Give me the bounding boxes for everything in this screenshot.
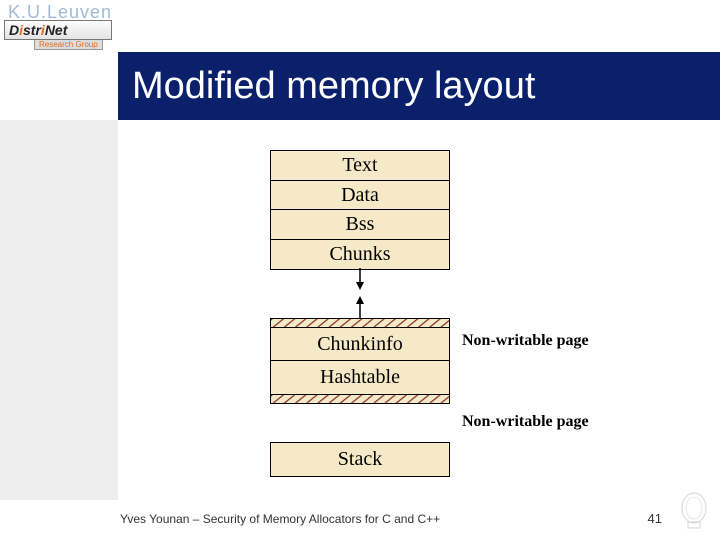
guard-label-lower: Non-writable page — [462, 413, 589, 431]
seg-text: Text — [270, 150, 450, 181]
seg-chunkinfo: Chunkinfo — [270, 327, 450, 362]
slide-title: Modified memory layout — [132, 65, 535, 108]
growth-arrows — [270, 268, 450, 318]
seg-chunks: Chunks — [270, 239, 450, 270]
seg-bss: Bss — [270, 209, 450, 240]
seg-stack: Stack — [270, 442, 450, 477]
page-number: 41 — [648, 511, 662, 526]
seal-icon — [680, 492, 708, 530]
footer: Yves Younan – Security of Memory Allocat… — [120, 511, 700, 526]
guard-label-upper: Non-writable page — [462, 332, 589, 350]
title-bar: Modified memory layout — [118, 52, 720, 120]
seg-data: Data — [270, 180, 450, 211]
seg-hashtable: Hashtable — [270, 360, 450, 395]
memory-diagram-top: Text Data Bss Chunks Chunkinfo Hashtable — [270, 150, 450, 402]
memory-diagram-bottom: Stack — [270, 442, 450, 476]
guard-page-lower — [270, 394, 450, 404]
left-sidebar — [0, 120, 118, 500]
distrinet-logo: DistriNet Research Group — [4, 20, 116, 54]
guard-page-upper — [270, 318, 450, 328]
footer-author: Yves Younan – Security of Memory Allocat… — [120, 512, 440, 526]
